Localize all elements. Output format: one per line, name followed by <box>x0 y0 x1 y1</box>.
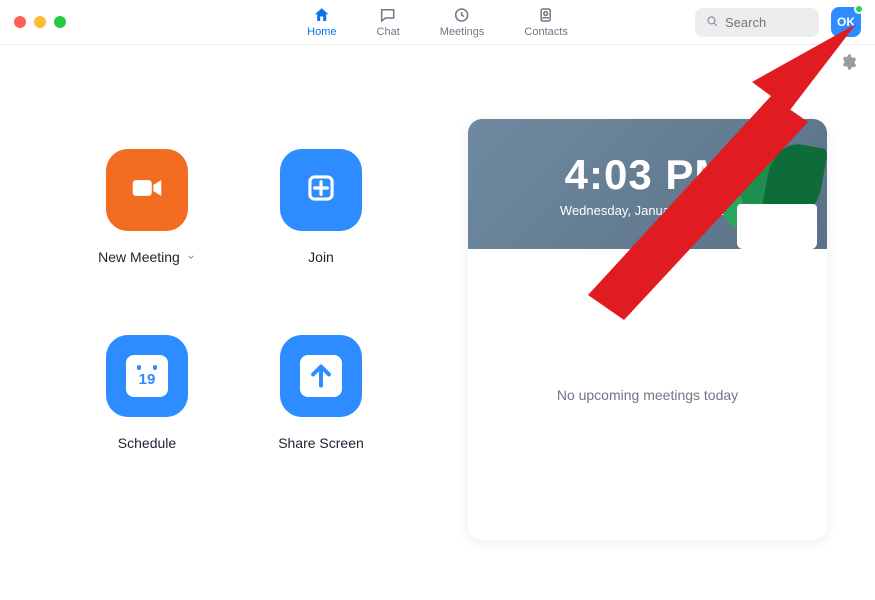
chevron-down-icon <box>186 249 196 265</box>
tab-meetings[interactable]: Meetings <box>434 4 491 40</box>
schedule-button[interactable]: 19 <box>106 335 188 417</box>
search-input[interactable] <box>725 15 805 30</box>
meetings-panel-wrapper: 4:03 PM Wednesday, January 27, 2021 No u… <box>468 79 875 600</box>
meetings-card-body: No upcoming meetings today <box>468 249 827 540</box>
action-join: Join <box>234 149 408 335</box>
fullscreen-window-button[interactable] <box>54 16 66 28</box>
presence-indicator <box>854 4 864 14</box>
meetings-card-hero: 4:03 PM Wednesday, January 27, 2021 <box>468 119 827 249</box>
tab-label: Home <box>307 26 336 38</box>
calendar-day-number: 19 <box>139 372 156 387</box>
profile-avatar[interactable]: OK <box>831 7 861 37</box>
home-icon <box>313 6 331 24</box>
no-meetings-text: No upcoming meetings today <box>557 387 738 403</box>
join-button[interactable] <box>280 149 362 231</box>
minimize-window-button[interactable] <box>34 16 46 28</box>
share-screen-button[interactable] <box>280 335 362 417</box>
action-label-text: Share Screen <box>278 435 364 451</box>
sub-toolbar <box>0 45 875 79</box>
tab-chat[interactable]: Chat <box>371 4 406 40</box>
clock-icon <box>453 6 471 24</box>
avatar-initials: OK <box>837 15 855 29</box>
decorative-plant <box>707 119 827 249</box>
new-meeting-label-row[interactable]: New Meeting <box>98 249 196 265</box>
current-time: 4:03 PM <box>565 151 731 199</box>
plus-icon <box>302 169 340 212</box>
action-new-meeting: New Meeting <box>60 149 234 335</box>
tab-contacts[interactable]: Contacts <box>518 4 573 40</box>
action-schedule: 19 Schedule <box>60 335 234 521</box>
quick-actions-grid: New Meeting Join 19 <box>0 79 468 600</box>
join-label: Join <box>308 249 334 265</box>
contacts-icon <box>537 6 555 24</box>
schedule-label: Schedule <box>118 435 176 451</box>
title-bar: Home Chat Meetings Contacts <box>0 0 875 45</box>
meetings-card: 4:03 PM Wednesday, January 27, 2021 No u… <box>468 119 827 540</box>
tab-label: Chat <box>377 26 400 38</box>
action-label-text: New Meeting <box>98 249 180 265</box>
main-content: New Meeting Join 19 <box>0 79 875 600</box>
new-meeting-button[interactable] <box>106 149 188 231</box>
calendar-icon: 19 <box>126 355 168 397</box>
titlebar-right-group: OK <box>695 7 861 37</box>
search-box[interactable] <box>695 8 819 37</box>
main-nav-tabs: Home Chat Meetings Contacts <box>301 0 574 44</box>
share-screen-icon <box>300 355 342 397</box>
close-window-button[interactable] <box>14 16 26 28</box>
tab-label: Meetings <box>440 26 485 38</box>
share-screen-label: Share Screen <box>278 435 364 451</box>
chat-icon <box>379 6 397 24</box>
tab-label: Contacts <box>524 26 567 38</box>
action-label-text: Schedule <box>118 435 176 451</box>
video-icon <box>128 169 166 212</box>
tab-home[interactable]: Home <box>301 4 342 40</box>
action-share-screen: Share Screen <box>234 335 408 521</box>
settings-gear-icon[interactable] <box>839 53 857 71</box>
window-controls <box>14 16 66 28</box>
search-icon <box>705 14 719 31</box>
action-label-text: Join <box>308 249 334 265</box>
